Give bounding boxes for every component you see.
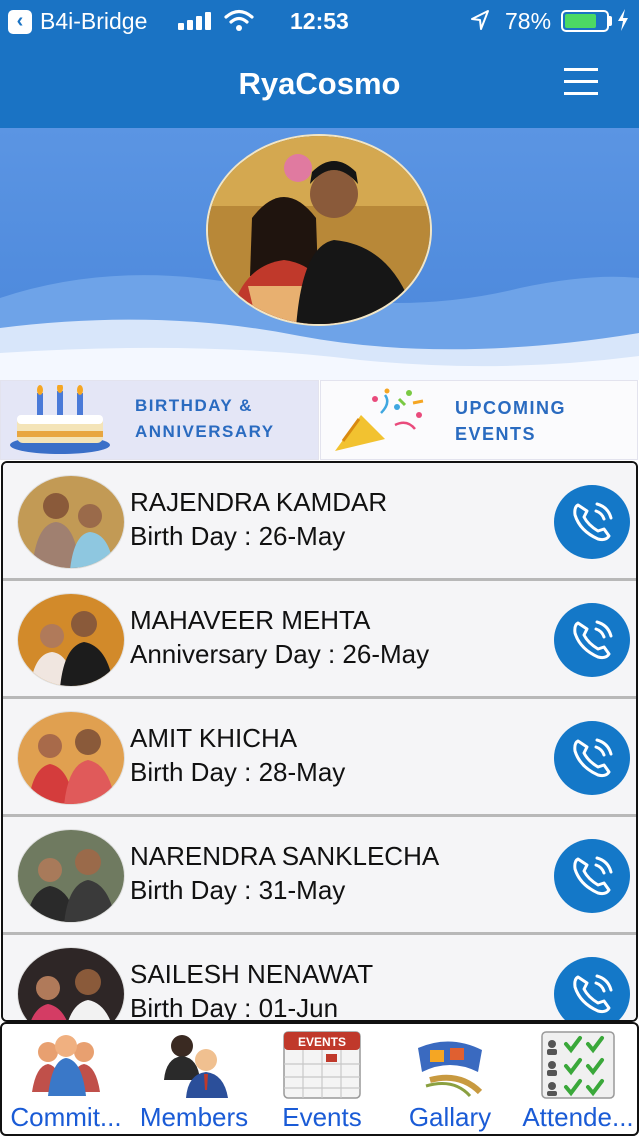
phone-call-icon	[573, 620, 613, 660]
app-title: RyaCosmo	[238, 66, 401, 101]
battery-level	[565, 14, 597, 28]
list-item[interactable]: NARENDRA SANKLECHA Birth Day : 31-May	[3, 817, 636, 935]
list-item[interactable]: SAILESH NENAWAT Birth Day : 01-Jun	[3, 935, 636, 1022]
tab-committee-label: Commit...	[10, 1102, 122, 1132]
member-name: AMIT KHICHA	[130, 723, 298, 753]
list-item[interactable]: MAHAVEER MEHTA Anniversary Day : 26-May	[3, 581, 636, 699]
avatar	[17, 947, 125, 1020]
bottom-tab-bar: Commit... Members EVENTS Events Gallary …	[0, 1022, 639, 1136]
back-app-label[interactable]: B4i-Bridge	[40, 8, 147, 35]
back-app-icon[interactable]: ‹	[8, 10, 32, 34]
list-item[interactable]: RAJENDRA KAMDAR Birth Day : 26-May	[3, 463, 636, 581]
birthday-anniversary-label: BIRTHDAY & ANNIVERSARY	[135, 393, 275, 445]
birthday-anniversary-card[interactable]: BIRTHDAY & ANNIVERSARY	[0, 380, 319, 460]
tab-gallery-label: Gallary	[408, 1102, 492, 1132]
birthday-cake-icon	[10, 385, 110, 454]
avatar	[17, 711, 125, 805]
tab-members-label: Members	[139, 1102, 249, 1132]
committee-icon	[32, 1035, 100, 1096]
call-button[interactable]	[554, 721, 630, 795]
member-name: MAHAVEER MEHTA	[130, 605, 371, 635]
member-name: RAJENDRA KAMDAR	[130, 487, 388, 517]
hamburger-menu-icon[interactable]	[564, 68, 598, 96]
avatar	[17, 829, 125, 923]
charging-bolt-icon	[616, 8, 630, 38]
member-occasion: Birth Day : 28-May	[130, 757, 346, 787]
battery-cap	[609, 16, 612, 26]
tab-gallery[interactable]: Gallary	[386, 1024, 514, 1134]
profile-banner	[0, 128, 639, 380]
status-time: 12:53	[290, 8, 349, 34]
call-button[interactable]	[554, 957, 630, 1020]
avatar	[17, 593, 125, 687]
upcoming-label-line1: UPCOMING	[455, 398, 566, 418]
battery-icon	[561, 10, 609, 32]
call-button[interactable]	[554, 839, 630, 913]
upcoming-events-card[interactable]: UPCOMING EVENTS	[320, 380, 638, 460]
list-item[interactable]: AMIT KHICHA Birth Day : 28-May	[3, 699, 636, 817]
events-calendar-icon: EVENTS	[283, 1031, 361, 1099]
status-bar: ‹ B4i-Bridge 12:53 78%	[0, 0, 639, 42]
party-popper-icon	[335, 388, 424, 451]
feature-cards: BIRTHDAY & ANNIVERSARY UPCOMING EVENTS	[0, 380, 639, 460]
tab-members[interactable]: Members	[130, 1024, 258, 1134]
member-name: SAILESH NENAWAT	[130, 959, 374, 989]
tab-committee[interactable]: Commit...	[2, 1024, 130, 1134]
member-occasion: Anniversary Day : 26-May	[130, 639, 430, 669]
tab-attendance[interactable]: Attende...	[514, 1024, 639, 1134]
tab-events-label: Events	[282, 1102, 362, 1132]
phone-call-icon	[573, 502, 613, 542]
birthday-label-line1: BIRTHDAY &	[135, 396, 253, 415]
signal-icon	[178, 12, 212, 30]
phone-call-icon	[573, 856, 613, 896]
member-name: NARENDRA SANKLECHA	[130, 841, 440, 871]
gallery-film-icon	[418, 1041, 483, 1098]
member-occasion: Birth Day : 01-Jun	[130, 993, 339, 1022]
member-occasion: Birth Day : 31-May	[130, 875, 346, 905]
call-button[interactable]	[554, 485, 630, 559]
wifi-icon	[224, 8, 254, 39]
profile-photo[interactable]	[206, 134, 432, 326]
upcoming-label-line2: EVENTS	[455, 424, 537, 444]
phone-call-icon	[573, 738, 613, 778]
call-button[interactable]	[554, 603, 630, 677]
members-icon	[164, 1035, 228, 1098]
events-badge-text: EVENTS	[298, 1035, 346, 1049]
phone-call-icon	[573, 974, 613, 1014]
tab-attendance-label: Attende...	[522, 1102, 634, 1132]
birthday-label-line2: ANNIVERSARY	[135, 422, 275, 441]
member-occasion: Birth Day : 26-May	[130, 521, 346, 551]
navigation-bar: RyaCosmo	[0, 42, 639, 128]
location-arrow-icon	[470, 9, 490, 37]
attendance-checklist-icon	[541, 1031, 615, 1099]
member-event-list[interactable]: RAJENDRA KAMDAR Birth Day : 26-May MAHAV…	[1, 461, 638, 1022]
upcoming-events-label: UPCOMING EVENTS	[455, 395, 566, 447]
avatar	[17, 475, 125, 569]
battery-percentage: 78%	[505, 8, 552, 34]
tab-events[interactable]: EVENTS Events	[258, 1024, 386, 1134]
